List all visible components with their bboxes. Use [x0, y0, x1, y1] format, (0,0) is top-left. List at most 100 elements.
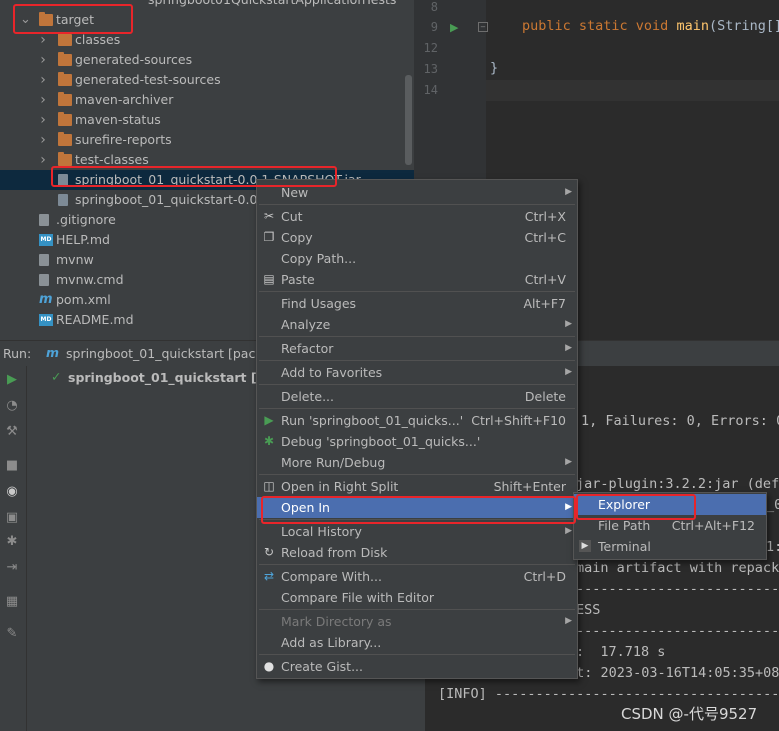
file-icon	[39, 254, 49, 266]
menu-item-delete[interactable]: Delete... Delete	[257, 386, 577, 407]
menu-separator	[259, 564, 575, 565]
tree-row[interactable]: › maven-archiver	[0, 90, 414, 110]
menu-item-refactor[interactable]: Refactor ▶	[257, 338, 577, 359]
rerun-icon[interactable]: ▶	[4, 372, 20, 388]
menu-item-add-to-favorites[interactable]: Add to Favorites ▶	[257, 362, 577, 383]
chevron-right-icon[interactable]: ›	[38, 50, 48, 70]
console-line: -----------------------------	[576, 581, 779, 597]
layout-icon[interactable]: ▦	[4, 594, 20, 610]
paste-icon: ▤	[263, 272, 275, 286]
run-label: Run:	[3, 346, 32, 361]
menu-shortcut: Ctrl+C	[524, 230, 566, 245]
eye-icon[interactable]: ◉	[4, 484, 20, 500]
menu-separator	[259, 609, 575, 610]
check-icon: ✓	[51, 369, 62, 384]
chevron-right-icon[interactable]: ›	[38, 70, 48, 90]
menu-item-add-as-library[interactable]: Add as Library...	[257, 632, 577, 653]
run-tab[interactable]: springboot_01_quickstart [packa	[66, 346, 270, 361]
menu-item-label: Add to Favorites	[281, 365, 383, 380]
folder-icon	[58, 92, 72, 106]
submenu-arrow-icon: ▶	[565, 343, 572, 353]
bug-icon[interactable]: ✱	[4, 534, 20, 550]
menu-item-label: Add as Library...	[281, 635, 382, 650]
compare-icon: ⇄	[263, 569, 275, 583]
menu-item-label: Open in Right Split	[281, 479, 399, 494]
menu-item-run-springboot-01-quicks[interactable]: ▶ Run 'springboot_01_quicks...' Ctrl+Shift…	[257, 410, 577, 431]
menu-item-analyze[interactable]: Analyze ▶	[257, 314, 577, 335]
submenu-arrow-icon: ▶	[565, 526, 572, 536]
project-scrollbar[interactable]	[405, 75, 412, 165]
menu-item-compare-with[interactable]: ⇄ Compare With... Ctrl+D	[257, 566, 577, 587]
menu-item-label: Run 'springboot_01_quicks...'	[281, 413, 464, 428]
menu-item-create-gist[interactable]: ● Create Gist...	[257, 656, 577, 677]
console-line: main artifact with repacka	[576, 560, 779, 576]
terminal-icon: ▶	[579, 540, 591, 552]
annotation-box-jar	[51, 166, 337, 187]
menu-item-cut[interactable]: ✂ Cut Ctrl+X	[257, 206, 577, 227]
menu-item-debug-springboot-01-quicks[interactable]: ✱ Debug 'springboot_01_quicks...'	[257, 431, 577, 452]
fold-icon[interactable]: −	[478, 22, 488, 32]
menu-item-label: Copy	[281, 230, 313, 245]
line-number: 13	[423, 62, 438, 76]
annotation-box-explorer	[576, 494, 696, 520]
exit-icon[interactable]: ⇥	[4, 560, 20, 576]
menu-item-open-in-right-split[interactable]: ◫ Open in Right Split Shift+Enter	[257, 476, 577, 497]
debug-icon: ✱	[263, 434, 275, 448]
console-line: -----------------------------	[576, 623, 779, 639]
tree-row[interactable]: › generated-test-sources	[0, 70, 414, 90]
chevron-right-icon[interactable]: ›	[38, 130, 48, 150]
console-line: ESS	[576, 602, 601, 618]
menu-item-label: Find Usages	[281, 296, 357, 311]
menu-separator	[259, 474, 575, 475]
tree-item-label: mvnw	[56, 252, 94, 267]
wrench-icon[interactable]: ⚒	[4, 424, 20, 440]
menu-separator	[259, 654, 575, 655]
submenu-item-terminal[interactable]: ▶ Terminal	[574, 536, 766, 557]
folder-icon	[58, 52, 72, 66]
menu-item-label: Cut	[281, 209, 303, 224]
markdown-file-icon: MD	[39, 314, 53, 326]
menu-item-label: Compare With...	[281, 569, 382, 584]
tree-row[interactable]: › generated-sources	[0, 50, 414, 70]
chevron-right-icon[interactable]: ›	[38, 90, 48, 110]
code-line: }	[490, 60, 499, 76]
tree-item-label: surefire-reports	[75, 132, 172, 147]
menu-item-copy-path[interactable]: Copy Path...	[257, 248, 577, 269]
menu-item-label: Reload from Disk	[281, 545, 388, 560]
stop-icon[interactable]: ■	[4, 458, 20, 474]
chevron-right-icon[interactable]: ›	[38, 110, 48, 130]
menu-item-reload-from-disk[interactable]: ↻ Reload from Disk	[257, 542, 577, 563]
menu-item-paste[interactable]: ▤ Paste Ctrl+V	[257, 269, 577, 290]
menu-item-copy[interactable]: ❐ Copy Ctrl+C	[257, 227, 577, 248]
menu-separator	[259, 204, 575, 205]
menu-item-mark-directory-as: Mark Directory as ▶	[257, 611, 577, 632]
menu-item-more-run-debug[interactable]: More Run/Debug ▶	[257, 452, 577, 473]
menu-item-label: Analyze	[281, 317, 331, 332]
tree-row[interactable]: › maven-status	[0, 110, 414, 130]
jar-file-icon	[58, 194, 68, 206]
pin-icon[interactable]: ✎	[4, 626, 20, 642]
console-line: 1, Failures: 0, Errors: 0	[581, 413, 779, 429]
menu-item-label: Mark Directory as	[281, 614, 392, 629]
toggle-icon[interactable]: ◔	[4, 398, 20, 414]
camera-icon[interactable]: ▣	[4, 510, 20, 526]
console-line: jar-plugin:3.2.2:jar (defa	[576, 476, 779, 492]
tree-row[interactable]: › surefire-reports	[0, 130, 414, 150]
menu-shortcut: Ctrl+D	[523, 569, 566, 584]
run-gutter-icon[interactable]: ▶	[450, 21, 458, 34]
split-icon: ◫	[263, 479, 275, 493]
menu-item-local-history[interactable]: Local History ▶	[257, 521, 577, 542]
line-number: 9	[430, 20, 438, 34]
copy-icon: ❐	[263, 230, 275, 244]
code-line: public static void main(String[]	[522, 18, 779, 34]
maven-icon: m	[39, 292, 53, 307]
menu-item-find-usages[interactable]: Find Usages Alt+F7	[257, 293, 577, 314]
menu-item-label: Paste	[281, 272, 315, 287]
menu-shortcut: Ctrl+V	[524, 272, 566, 287]
submenu-arrow-icon: ▶	[565, 187, 572, 197]
tree-item-label: generated-sources	[75, 52, 193, 67]
menu-item-compare-file-with-editor[interactable]: Compare File with Editor	[257, 587, 577, 608]
chevron-right-icon[interactable]: ›	[38, 150, 48, 170]
menu-separator	[259, 336, 575, 337]
tree-item-label: generated-test-sources	[75, 72, 221, 87]
